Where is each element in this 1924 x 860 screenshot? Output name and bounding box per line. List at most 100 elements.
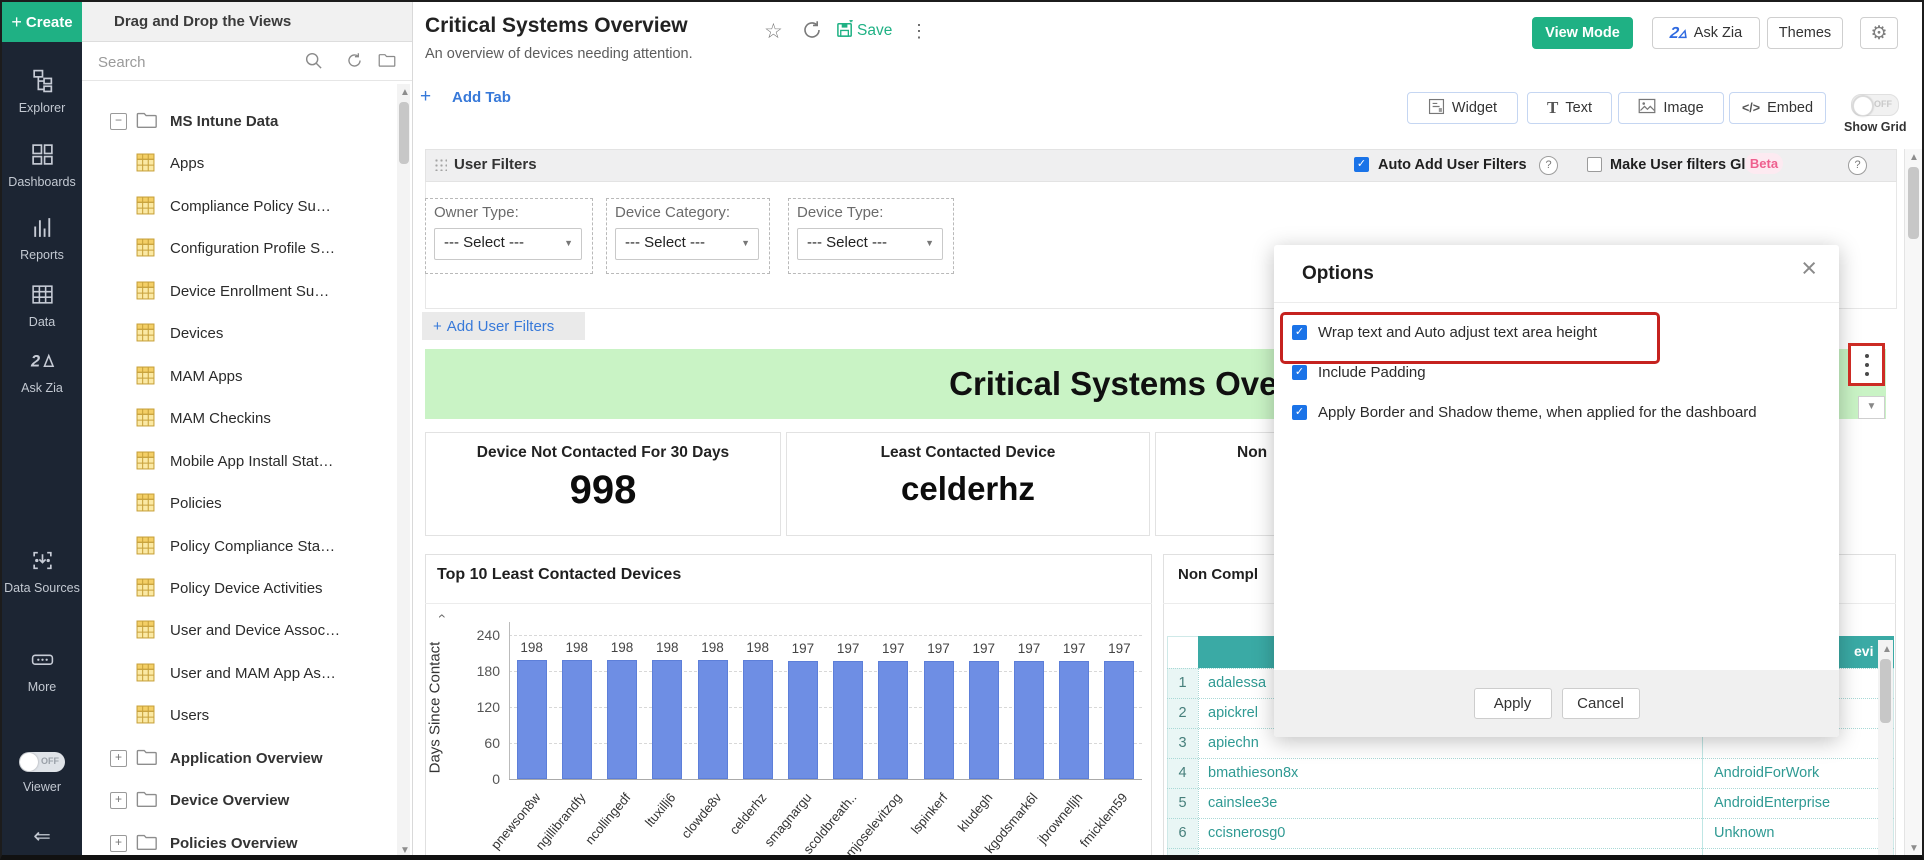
tree-item-compliance-policy-su[interactable]: Compliance Policy Su…: [82, 190, 388, 222]
add-tab-link[interactable]: Add Tab: [452, 89, 511, 106]
bar-kgodsmark6l[interactable]: [1014, 660, 1044, 779]
tree-item-users[interactable]: Users: [82, 699, 388, 731]
close-icon[interactable]: ×: [1801, 253, 1817, 284]
bar-lspinkerf[interactable]: [923, 660, 954, 779]
sidebar-item-dashboards[interactable]: Dashboards: [2, 142, 82, 189]
device-name-cell[interactable]: apickrel: [1208, 705, 1258, 721]
tree-item-device-enrollment-su[interactable]: Device Enrollment Su…: [82, 275, 388, 307]
bar-kludegh[interactable]: [968, 660, 999, 779]
expand-icon[interactable]: +: [110, 834, 127, 852]
scroll-up-icon[interactable]: ▲: [400, 88, 410, 98]
tree-item-mam-apps[interactable]: MAM Apps: [82, 360, 388, 392]
tree-item-configuration-profile-s[interactable]: Configuration Profile S…: [82, 232, 388, 264]
checkbox[interactable]: [1292, 405, 1307, 420]
image-button[interactable]: Image: [1618, 92, 1724, 124]
device-name-cell[interactable]: adalessa: [1208, 675, 1266, 691]
bar-mjoselevitzog[interactable]: [878, 660, 909, 779]
create-button[interactable]: + Create: [2, 2, 82, 42]
dialog-option-include-padding[interactable]: Include Padding: [1274, 363, 1839, 387]
auto-add-user-filters-checkbox[interactable]: [1354, 157, 1369, 172]
bar-smagnargu[interactable]: [787, 660, 818, 779]
table-scrollbar[interactable]: ▲: [1878, 640, 1893, 855]
search-icon[interactable]: [304, 51, 323, 75]
embed-button[interactable]: </> Embed: [1729, 92, 1826, 124]
header-more-icon[interactable]: ⋮: [910, 21, 928, 42]
save-icon[interactable]: *: [836, 18, 855, 44]
themes-button[interactable]: Themes: [1767, 17, 1843, 49]
text-button[interactable]: T Text: [1527, 92, 1612, 124]
panel-scrollbar[interactable]: ▲ ▼: [397, 84, 410, 856]
dialog-option-apply-border-and-shadow-them[interactable]: Apply Border and Shadow theme, when appl…: [1274, 403, 1839, 427]
kpi-card-least-contacted[interactable]: Least Contacted Device celderhz: [786, 432, 1150, 536]
device-name-cell[interactable]: apiechn: [1208, 735, 1259, 751]
bar-ltuxillj6[interactable]: [652, 660, 683, 779]
collapse-sidebar-icon[interactable]: ⇐: [2, 824, 82, 849]
view-mode-button[interactable]: View Mode: [1532, 17, 1633, 49]
save-label[interactable]: Save: [857, 22, 892, 40]
collapse-icon[interactable]: −: [110, 112, 127, 130]
bar-clowde8v[interactable]: [697, 660, 728, 779]
widget-kebab-menu-button[interactable]: [1848, 343, 1885, 386]
bar-jbrownelljh[interactable]: [1059, 660, 1090, 779]
scroll-down-icon[interactable]: ▼: [400, 846, 410, 856]
device-name-cell[interactable]: cainslee3e: [1208, 795, 1277, 811]
bar-celderhz[interactable]: [742, 660, 773, 779]
dialog-option-wrap-text-and-auto-adjust-te[interactable]: Wrap text and Auto adjust text area heig…: [1274, 323, 1839, 347]
sidebar-item-data-sources[interactable]: Data Sources: [2, 548, 82, 595]
scroll-down-icon[interactable]: ▼: [1909, 844, 1919, 854]
search-input[interactable]: [96, 48, 300, 76]
settings-gear-button[interactable]: ⚙: [1860, 17, 1898, 49]
tree-item-policy-compliance-sta[interactable]: Policy Compliance Sta…: [82, 530, 388, 562]
show-grid-toggle[interactable]: OFF: [1851, 94, 1899, 121]
bar-fmicklem59[interactable]: [1104, 660, 1135, 779]
device-type-cell[interactable]: IPhone: [1714, 855, 1760, 860]
refresh-icon[interactable]: [802, 20, 822, 45]
device-name-cell[interactable]: cferrari9s: [1208, 855, 1268, 860]
table-scrollbar-thumb[interactable]: [1880, 659, 1891, 723]
device-type-cell[interactable]: AndroidEnterprise: [1714, 795, 1830, 811]
tree-item-apps[interactable]: Apps: [82, 147, 388, 179]
expand-icon[interactable]: +: [110, 749, 127, 767]
sidebar-item-explorer[interactable]: Explorer: [2, 68, 82, 115]
make-user-filters-global-checkbox[interactable]: [1587, 157, 1602, 172]
page-scrollbar-thumb[interactable]: [1907, 167, 1919, 239]
ask-zia-button[interactable]: 2▵ Ask Zia: [1652, 17, 1760, 49]
checkbox[interactable]: [1292, 365, 1307, 380]
checkbox[interactable]: [1292, 325, 1307, 340]
banner-chevron-down-icon[interactable]: ▼: [1858, 396, 1885, 419]
apply-button[interactable]: Apply: [1473, 688, 1552, 719]
tree-item-mam-checkins[interactable]: MAM Checkins: [82, 402, 388, 434]
drag-handle-icon[interactable]: [434, 158, 447, 171]
add-tab-plus-icon[interactable]: +: [420, 86, 431, 108]
viewer-toggle[interactable]: OFF Viewer: [2, 752, 82, 794]
cancel-button[interactable]: Cancel: [1561, 688, 1640, 719]
refresh-views-icon[interactable]: [346, 52, 363, 74]
tree-item-user-and-mam-app-as[interactable]: User and MAM App As…: [82, 657, 388, 689]
sidebar-item-more[interactable]: More: [2, 647, 82, 694]
sidebar-item-reports[interactable]: Reports: [2, 215, 82, 262]
tree-item-mobile-app-install-stat[interactable]: Mobile App Install Stat…: [82, 445, 388, 477]
tree-item-user-and-device-assoc[interactable]: User and Device Assoc…: [82, 614, 388, 646]
add-user-filters-button[interactable]: + Add User Filters: [422, 312, 585, 340]
favorite-star-icon[interactable]: ☆: [764, 19, 783, 44]
bar-ncollingedf[interactable]: [607, 660, 637, 779]
device-name-cell[interactable]: bmathieson8x: [1208, 765, 1298, 781]
tree-item-policies-overview[interactable]: + Policies Overview: [82, 827, 388, 855]
panel-scrollbar-thumb[interactable]: [398, 102, 409, 164]
scroll-up-icon[interactable]: ▲: [1909, 153, 1919, 163]
filter-select-owner-type[interactable]: --- Select --- ▼: [434, 228, 582, 260]
expand-icon[interactable]: +: [110, 791, 127, 809]
sidebar-item-ask-zia[interactable]: 2 Ask Zia: [2, 348, 82, 395]
sidebar-item-data[interactable]: Data: [2, 282, 82, 329]
help-icon[interactable]: ?: [1539, 156, 1558, 175]
folder-view-icon[interactable]: [378, 52, 396, 73]
tree-item-device-overview[interactable]: + Device Overview: [82, 784, 388, 816]
widget-button[interactable]: Widget: [1407, 92, 1518, 124]
filter-select-device-type[interactable]: --- Select --- ▼: [797, 228, 943, 260]
bar-ngillibrandfy[interactable]: [561, 660, 592, 779]
viewer-toggle-pill[interactable]: OFF: [19, 752, 65, 772]
tree-item-policy-device-activities[interactable]: Policy Device Activities: [82, 572, 388, 604]
tree-item-policies[interactable]: Policies: [82, 487, 388, 519]
kpi-card-not-contacted[interactable]: Device Not Contacted For 30 Days 998: [425, 432, 781, 536]
bar-pnewson8w[interactable]: [516, 660, 547, 779]
